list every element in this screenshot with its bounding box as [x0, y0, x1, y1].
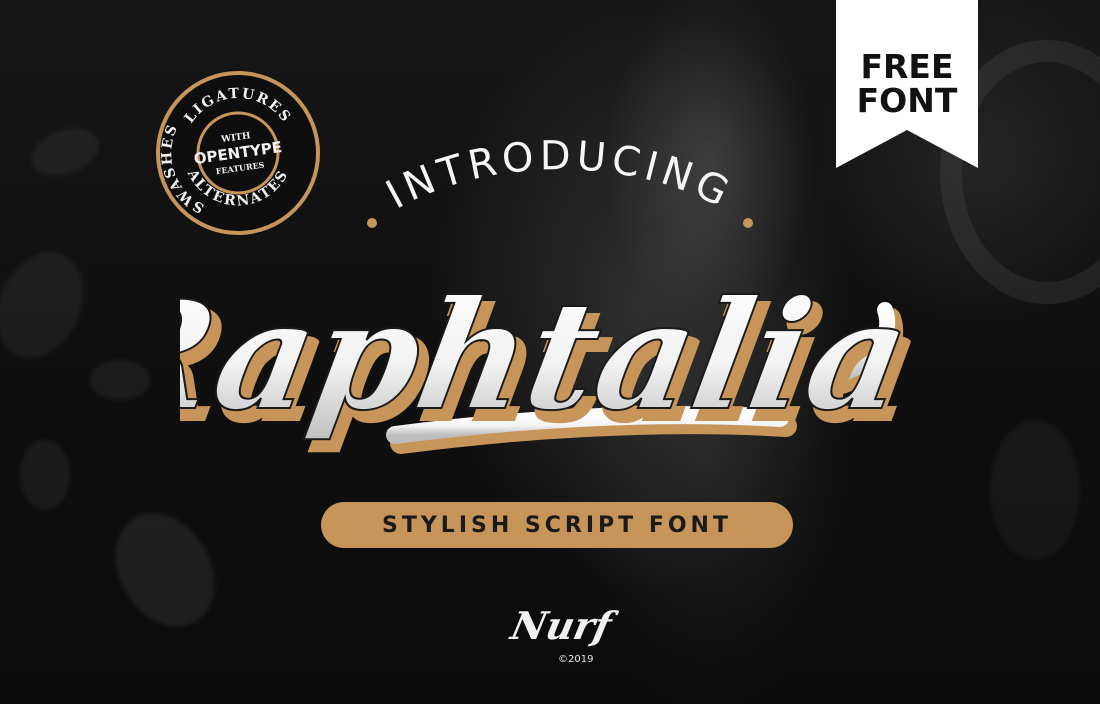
- font-promo-banner: LIGATURES SWASHES ALTERNATES WITH OPENTY…: [0, 0, 1100, 704]
- copyright-year: ©2019: [558, 654, 594, 665]
- left-dot: [367, 218, 377, 228]
- free-font-label: FREE FONT: [836, 50, 978, 118]
- ribbon-line-free: FREE: [860, 47, 954, 86]
- leaf-decoration: [24, 119, 106, 185]
- designer-signature: Nurf: [507, 603, 616, 648]
- ribbon-line-font: FONT: [856, 81, 958, 120]
- opentype-features-badge: LIGATURES SWASHES ALTERNATES WITH OPENTY…: [156, 71, 320, 235]
- tagline-text: STYLISH SCRIPT FONT: [382, 512, 732, 538]
- title-text: Raphtalia: [180, 267, 920, 444]
- introducing-text: INTRODUCING: [379, 133, 735, 218]
- tagline-pill: STYLISH SCRIPT FONT: [321, 502, 793, 548]
- svg-text:INTRODUCING: INTRODUCING: [379, 133, 740, 218]
- leaf-decoration: [90, 360, 150, 400]
- leaf-decoration: [20, 440, 70, 510]
- leaf-decoration: [0, 238, 100, 372]
- font-name-title: Raphtalia Raphtalia: [180, 266, 920, 457]
- right-dot: [743, 218, 753, 228]
- leaf-decoration: [990, 420, 1080, 560]
- leaf-decoration: [96, 495, 234, 645]
